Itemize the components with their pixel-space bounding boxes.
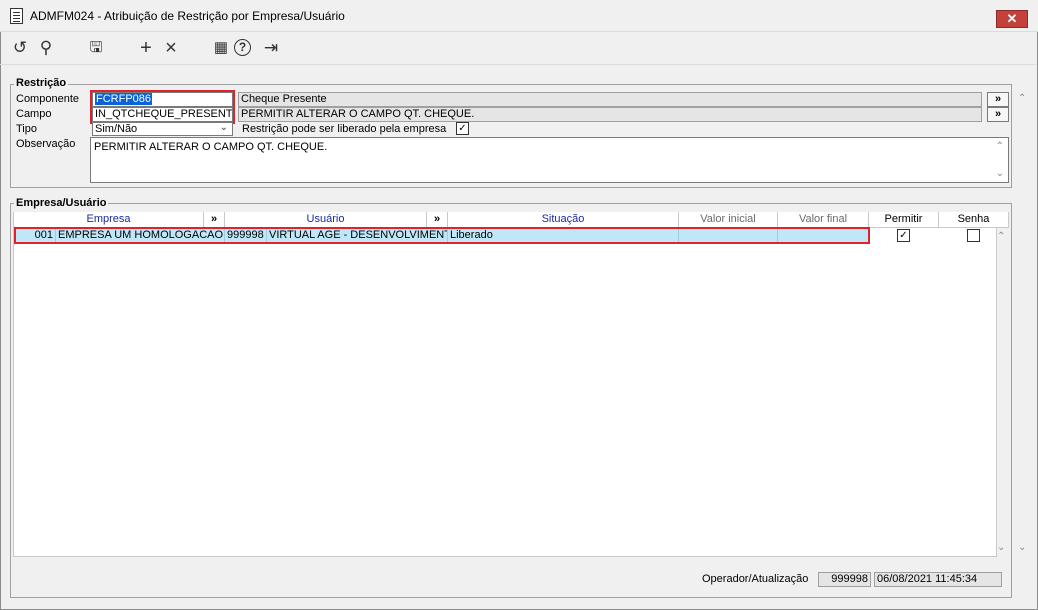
componente-value: FCRFP086 [95,93,153,105]
componente-lookup-button[interactable]: » [987,92,1009,107]
close-button[interactable]: ✕ [996,10,1028,28]
cell-usuario-code: 999998 [225,228,267,243]
cell-situacao: Liberado [448,228,679,243]
restricao-group-title: Restrição [14,77,69,89]
header-empresa[interactable]: Empresa [14,212,204,228]
tipo-value: Sim/Não [95,123,138,135]
observacao-value: PERMITIR ALTERAR O CAMPO QT. CHEQUE. [94,141,328,153]
chevron-down-icon: ⌄ [219,122,228,133]
header-situacao[interactable]: Situação [448,212,679,228]
toolbar-separator [0,64,1036,65]
header-usuario-expand[interactable]: » [427,212,448,228]
document-icon [10,8,23,24]
cell-valor-inicial [679,228,778,243]
atualizacao-value: 06/08/2021 11:45:34 [874,572,1002,587]
header-senha[interactable]: Senha [939,212,1009,228]
header-permitir[interactable]: Permitir [869,212,939,228]
empresa-usuario-grid [13,212,997,557]
campo-description: PERMITIR ALTERAR O CAMPO QT. CHEQUE. [238,107,982,122]
window-title: ADMFM024 - Atribuição de Restrição por E… [30,9,345,23]
tipo-select[interactable]: Sim/Não ⌄ [92,122,233,136]
liberado-checkbox[interactable]: ✓ [456,122,469,135]
calendar-icon[interactable]: ▦ [209,37,233,59]
cell-empresa-code: 001 [16,228,56,243]
operador-label: Operador/Atualização [702,573,809,585]
scroll-down-icon[interactable]: ⌄ [996,167,1004,180]
campo-label: Campo [16,108,52,120]
form-scroll-up-icon[interactable]: ⌃ [1018,93,1026,104]
header-valor-inicial[interactable]: Valor inicial [679,212,778,228]
header-valor-final[interactable]: Valor final [778,212,869,228]
save-icon[interactable]: 🖫 [84,37,108,59]
form-scroll-down-icon[interactable]: ⌄ [1018,542,1026,553]
campo-input[interactable]: IN_QTCHEQUE_PRESENTE [92,107,233,122]
grid-scroll-down-icon[interactable]: ⌄ [997,542,1005,553]
scroll-up-icon[interactable]: ⌃ [996,140,1004,153]
tipo-label: Tipo [16,123,37,135]
componente-label: Componente [16,93,79,105]
liberado-label: Restrição pode ser liberado pela empresa [242,123,447,135]
operador-value: 999998 [818,572,871,587]
campo-lookup-button[interactable]: » [987,107,1009,122]
permitir-checkbox[interactable]: ✓ [897,229,910,242]
observacao-label: Observação [16,138,76,150]
delete-icon[interactable]: × [159,37,183,59]
componente-input[interactable]: FCRFP086 [92,92,233,107]
cell-usuario-name: VIRTUAL AGE - DESENVOLVIMENTO [267,228,448,243]
cell-empresa-name: EMPRESA UM HOMOLOGACAO [56,228,225,243]
grid-scroll-up-icon[interactable]: ⌃ [997,231,1005,242]
add-icon[interactable]: + [134,37,158,59]
cell-valor-final [778,228,869,243]
help-icon[interactable]: ? [234,39,251,56]
senha-checkbox[interactable] [967,229,980,242]
header-usuario[interactable]: Usuário [225,212,427,228]
empresa-usuario-group-title: Empresa/Usuário [14,197,109,209]
title-bar: ADMFM024 - Atribuição de Restrição por E… [0,0,1038,32]
exit-icon[interactable]: ⇥ [259,37,283,59]
observacao-textarea[interactable]: PERMITIR ALTERAR O CAMPO QT. CHEQUE. ⌃ ⌄ [90,137,1009,183]
undo-icon[interactable]: ↺ [8,37,32,59]
search-icon[interactable]: ⚲ [34,37,58,59]
header-empresa-expand[interactable]: » [204,212,225,228]
componente-description: Cheque Presente [238,92,982,107]
